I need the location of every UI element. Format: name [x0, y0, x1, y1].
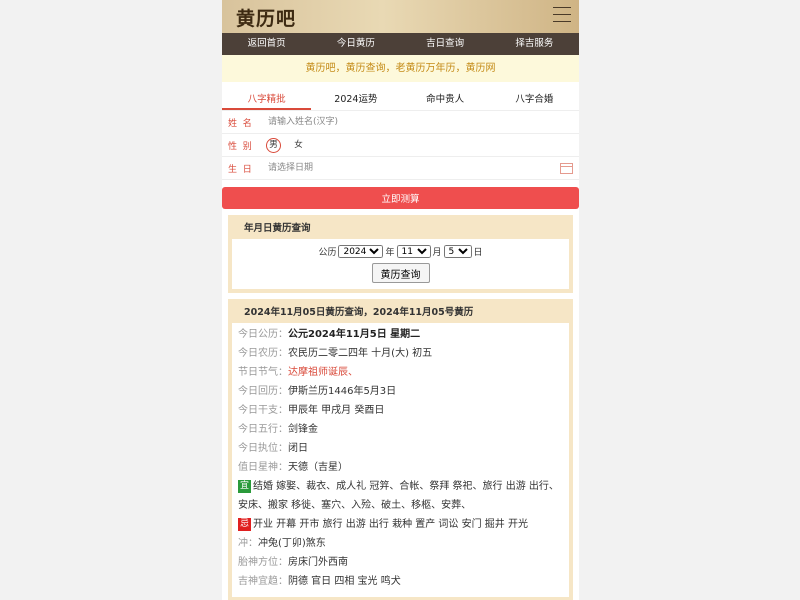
almanac-detail-section: 2024年11月05日黄历查询，2024年11月05号黄历 今日公历：公元202…	[228, 299, 573, 600]
name-input[interactable]	[266, 116, 579, 128]
almanac-detail-title: 2024年11月05日黄历查询，2024年11月05号黄历	[244, 307, 474, 318]
month-select[interactable]: 11	[396, 245, 431, 258]
date-select-row: 公历 2024 年 11 月 5 日	[236, 245, 565, 258]
month-unit: 月	[432, 248, 442, 258]
fetal-god-row: 胎神方位：房床门外西南	[238, 557, 348, 568]
gregorian-row: 今日公历：公元2024年11月5日 星期二	[238, 329, 421, 340]
site-banner: 黄历吧，黄历查询，老黄历万年历，黄历网	[222, 55, 579, 82]
gender-female-radio[interactable]: 女	[291, 138, 306, 153]
gender-row: 性 别 男 女	[222, 134, 579, 157]
gender-male-radio[interactable]: 男	[266, 137, 281, 153]
day-select[interactable]: 5	[443, 245, 472, 258]
tab-noble-person[interactable]: 命中贵人	[401, 90, 490, 110]
suitable-row: 宜结婚 嫁娶、裁衣、成人礼 冠笄、合帐、祭拜 祭祀、旅行 出游 出行、安床、搬家…	[238, 479, 559, 511]
nav-home[interactable]: 返回首页	[222, 33, 311, 55]
tab-bazi[interactable]: 八字精批	[222, 90, 312, 110]
gender-label: 性 别	[228, 141, 252, 152]
nav-today-almanac[interactable]: 今日黄历	[311, 33, 400, 55]
tab-fortune-2024[interactable]: 2024运势	[311, 90, 400, 110]
star-god-row: 值日星神：天德（吉星）	[238, 462, 348, 473]
ganzhi-row: 今日干支：甲辰年 甲戌月 癸酉日	[238, 405, 385, 416]
date-query-title: 年月日黄历查询	[244, 223, 311, 234]
year-select[interactable]: 2024	[338, 245, 384, 258]
birthday-label: 生 日	[228, 164, 252, 175]
name-row: 姓 名	[222, 111, 579, 134]
calendar-icon[interactable]	[560, 162, 573, 174]
lunar-row: 今日农历：农民历二零二四年 十月(大) 初五	[238, 348, 433, 359]
year-unit: 年	[385, 248, 395, 258]
page-container: 黄历吧 返回首页 今日黄历 吉日查询 择吉服务 黄历吧，黄历查询，老黄历万年历，…	[222, 0, 579, 600]
tab-marriage-match[interactable]: 八字合婚	[490, 90, 579, 110]
date-query-box: 公历 2024 年 11 月 5 日 黄历查询	[232, 239, 569, 289]
nav-date-selection-service[interactable]: 择吉服务	[490, 33, 579, 55]
nav-auspicious-day-query[interactable]: 吉日查询	[401, 33, 490, 55]
date-query-section: 年月日黄历查询 公历 2024 年 11 月 5 日 黄历查询	[228, 215, 573, 293]
name-label: 姓 名	[228, 118, 252, 129]
conflict-row: 冲：冲兔(丁卯)煞东	[238, 538, 326, 549]
calculate-button[interactable]: 立即测算	[222, 187, 579, 209]
almanac-detail-box: 今日公历：公元2024年11月5日 星期二 今日农历：农民历二零二四年 十月(大…	[232, 323, 569, 597]
lucky-gods-row: 吉神宜趋：阴德 官日 四相 宝光 鸣犬	[238, 576, 401, 587]
suitable-badge: 宜	[238, 479, 251, 493]
avoid-badge: 忌	[238, 517, 251, 531]
service-tabs: 八字精批 2024运势 命中贵人 八字合婚	[222, 90, 579, 111]
birthday-row: 生 日	[222, 157, 579, 180]
site-logo[interactable]: 黄历吧	[236, 4, 296, 31]
main-nav: 返回首页 今日黄历 吉日查询 择吉服务	[222, 33, 579, 55]
islamic-row: 今日回历：伊斯兰历1446年5月3日	[238, 386, 397, 397]
calendar-type-label: 公历	[318, 248, 337, 258]
header: 黄历吧	[222, 0, 579, 33]
almanac-query-button[interactable]: 黄历查询	[371, 263, 430, 283]
avoid-row: 忌开业 开幕 开市 旅行 出游 出行 栽种 置产 词讼 安门 掘井 开光	[238, 517, 528, 531]
festival-row: 节日节气：达摩祖师诞辰、	[238, 367, 358, 378]
hamburger-menu-icon[interactable]	[553, 7, 571, 25]
day-unit: 日	[473, 248, 483, 258]
zhiri-row: 今日执位：闭日	[238, 443, 308, 454]
birthday-input[interactable]	[266, 162, 560, 174]
wuxing-row: 今日五行：剑锋金	[238, 424, 318, 435]
